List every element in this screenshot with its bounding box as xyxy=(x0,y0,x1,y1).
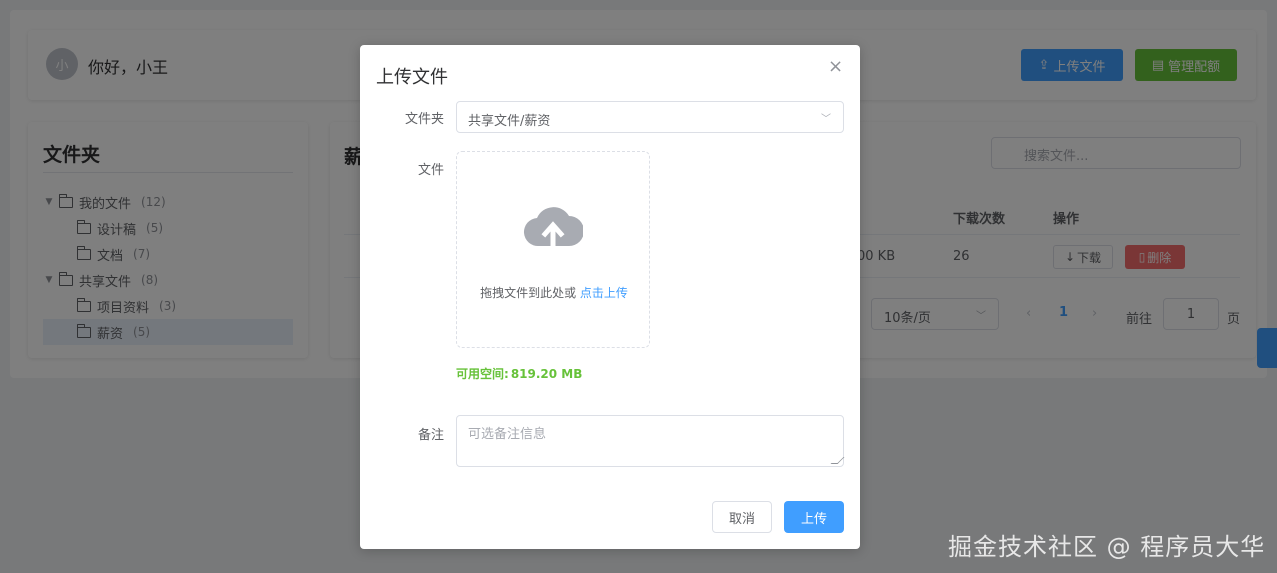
folder-select-value: 共享文件/薪资 xyxy=(468,114,551,129)
cancel-button[interactable]: 取消 xyxy=(712,501,772,533)
folder-field-label: 文件夹 xyxy=(404,112,444,127)
file-drop-zone[interactable]: 拖拽文件到此处或 点击上传 xyxy=(456,151,650,348)
cloud-upload-icon xyxy=(523,207,583,247)
submit-upload-button[interactable]: 上传 xyxy=(784,501,844,533)
drop-hint: 拖拽文件到此处或 xyxy=(480,286,577,300)
available-space: 可用空间: 819.20 MB xyxy=(456,365,582,382)
close-icon[interactable]: × xyxy=(828,57,843,77)
drop-zone-text: 拖拽文件到此处或 点击上传 xyxy=(457,284,651,301)
available-space-value: 819.20 MB xyxy=(510,367,583,381)
note-placeholder: 可选备注信息 xyxy=(468,427,547,442)
folder-select[interactable]: 共享文件/薪资 ﹀ xyxy=(456,101,844,133)
available-space-label: 可用空间: xyxy=(456,367,509,381)
resize-handle-icon[interactable] xyxy=(830,457,845,464)
click-upload-link[interactable]: 点击上传 xyxy=(580,286,628,300)
chevron-down-icon: ﹀ xyxy=(821,114,831,125)
dialog-title: 上传文件 xyxy=(376,67,448,88)
note-field-label: 备注 xyxy=(417,428,444,443)
note-textarea[interactable]: 可选备注信息 xyxy=(456,415,845,467)
file-field-label: 文件 xyxy=(417,163,444,178)
upload-dialog: 上传文件 × 文件夹 共享文件/薪资 ﹀ 文件 拖拽文件到此处或 点击上传 可用… xyxy=(360,45,860,549)
watermark: 掘金技术社区 @ 程序员大华 xyxy=(948,533,1266,561)
